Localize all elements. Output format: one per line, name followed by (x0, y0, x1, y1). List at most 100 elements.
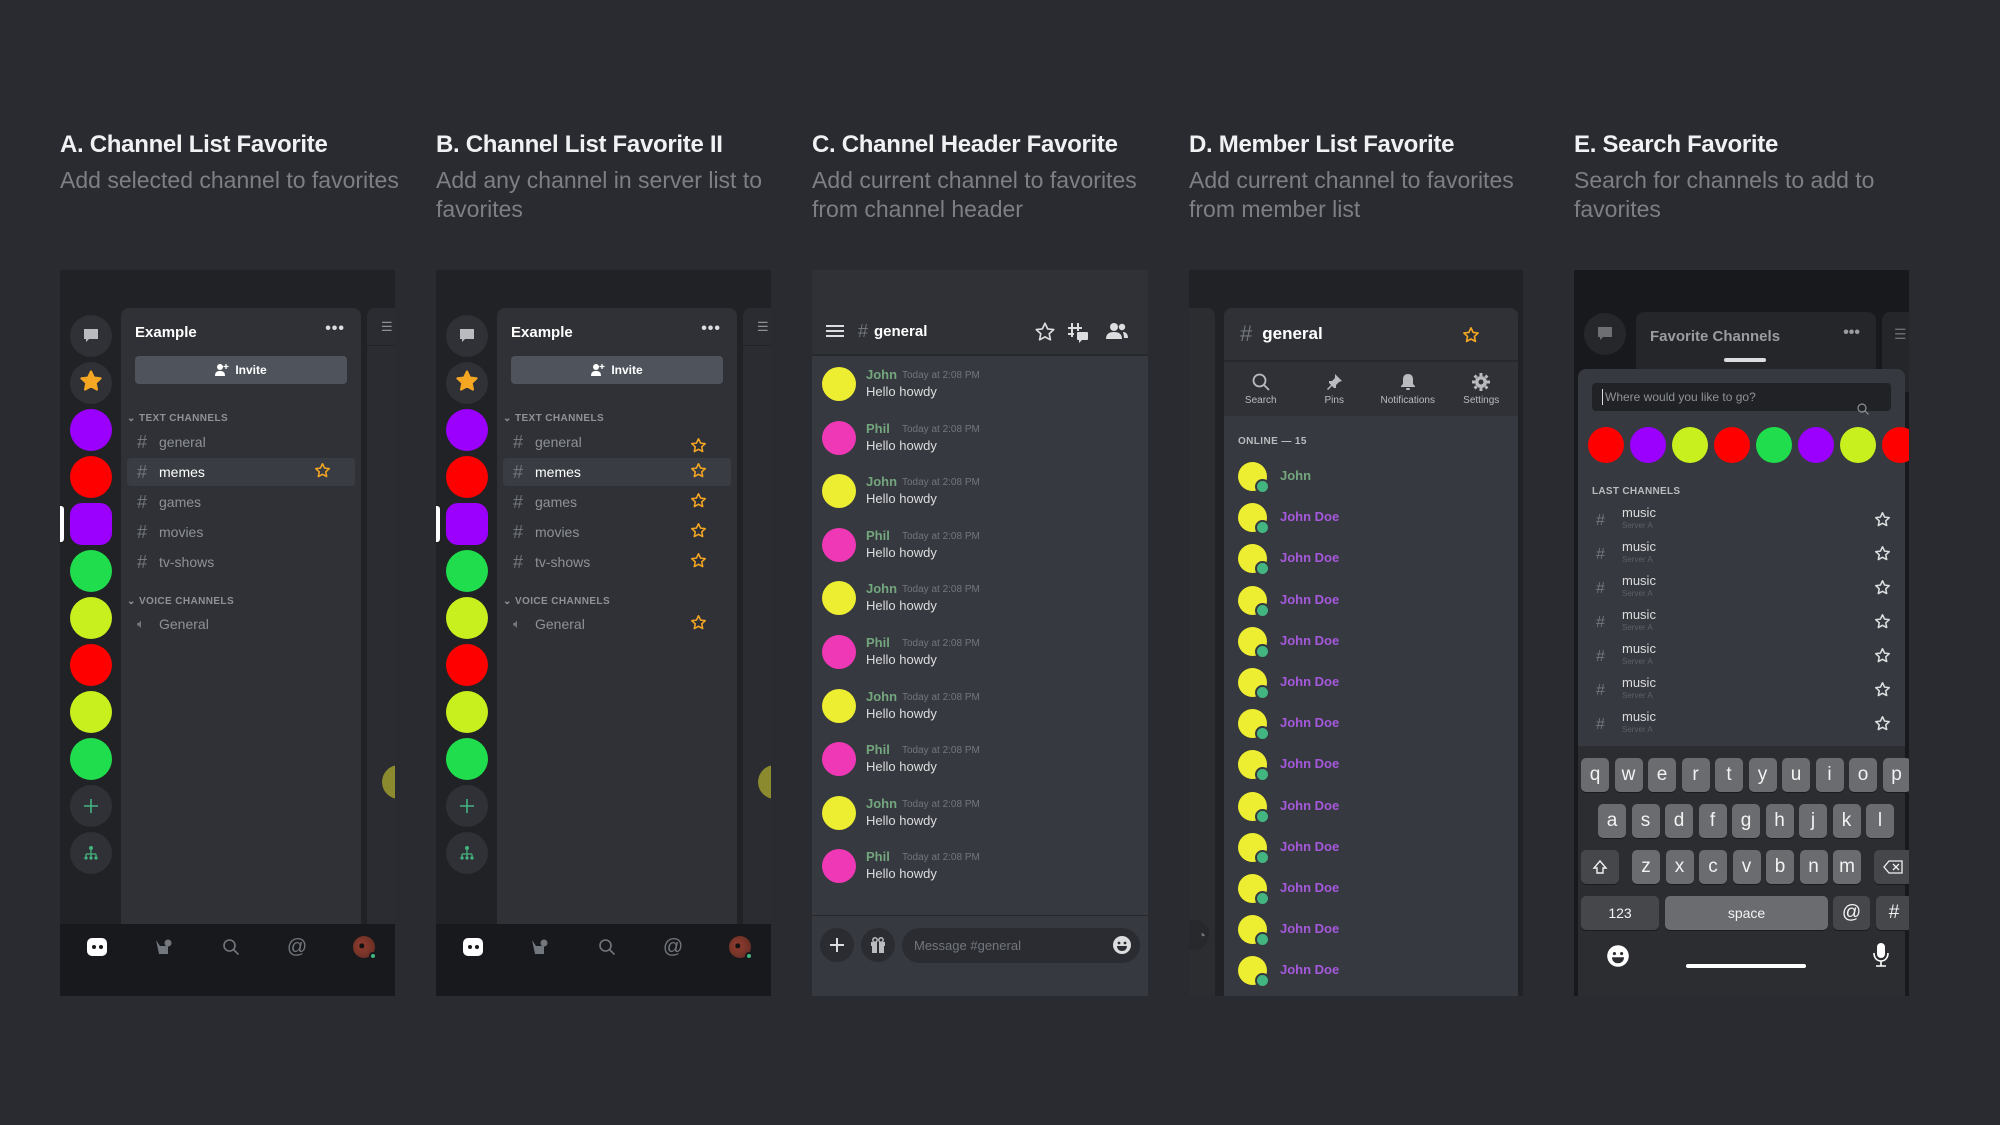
server-icon[interactable] (70, 691, 112, 733)
favorite-star-button[interactable] (1874, 579, 1891, 601)
channel-item-movies[interactable]: # movies (127, 518, 355, 546)
message-item[interactable]: Phil Today at 2:08 PM Hello howdy (822, 420, 1148, 471)
nav-home-button[interactable] (460, 934, 486, 960)
key-k[interactable]: k (1832, 804, 1861, 838)
nav-mentions-button[interactable]: @ (284, 934, 310, 960)
favorite-star-button[interactable] (690, 552, 707, 572)
voice-channels-category[interactable]: ⌄ VOICE CHANNELS (503, 596, 610, 607)
nav-friends-button[interactable] (528, 934, 554, 960)
members-icon[interactable] (1106, 322, 1128, 345)
key-f[interactable]: f (1698, 804, 1727, 838)
avatar[interactable] (822, 527, 856, 562)
key-e[interactable]: e (1648, 758, 1676, 792)
member-item[interactable]: John Doe (1224, 829, 1518, 870)
server-icon[interactable] (446, 409, 488, 451)
server-icon[interactable] (446, 550, 488, 592)
sheet-drag-handle[interactable] (1724, 358, 1766, 362)
key-b[interactable]: b (1766, 850, 1794, 884)
server-icon[interactable] (70, 456, 112, 498)
favorite-star-button[interactable] (1874, 681, 1891, 703)
server-icon[interactable] (1840, 427, 1876, 463)
emoji-keyboard-icon[interactable] (1606, 944, 1630, 973)
message-item[interactable]: John Today at 2:08 PM Hello howdy (822, 474, 1148, 524)
numbers-key[interactable]: 123 (1581, 896, 1659, 930)
server-icon[interactable] (70, 550, 112, 592)
server-icon[interactable] (1672, 427, 1708, 463)
message-author[interactable]: John (866, 367, 897, 382)
last-channel-item[interactable]: # music Server A (1592, 709, 1891, 743)
discover-servers-button[interactable] (446, 832, 488, 874)
favorite-star-button[interactable] (1034, 321, 1056, 348)
key-h[interactable]: h (1765, 804, 1794, 838)
key-s[interactable]: s (1631, 804, 1660, 838)
last-channel-item[interactable]: # music Server A (1592, 675, 1891, 709)
message-item[interactable]: Phil Today at 2:08 PM Hello howdy (822, 527, 1148, 578)
message-author[interactable]: Phil (866, 635, 890, 650)
member-item[interactable]: John Doe (1224, 911, 1518, 952)
key-y[interactable]: y (1748, 758, 1777, 792)
search-input[interactable]: Where would you like to go? (1592, 383, 1891, 415)
message-author[interactable]: John (866, 689, 897, 704)
key-z[interactable]: z (1632, 850, 1660, 884)
channel-item-movies[interactable]: # movies (503, 518, 731, 546)
nav-profile-button[interactable] (727, 934, 753, 960)
message-author[interactable]: John (866, 796, 897, 811)
server-icon[interactable] (1798, 427, 1834, 463)
key-a[interactable]: a (1598, 804, 1626, 838)
favorite-star-button[interactable] (1462, 326, 1480, 349)
key-g[interactable]: g (1732, 804, 1760, 838)
message-item[interactable]: John Today at 2:08 PM Hello howdy (822, 581, 1148, 631)
member-item[interactable]: John Doe (1224, 664, 1518, 705)
voice-channels-category[interactable]: ⌄ VOICE CHANNELS (127, 596, 234, 607)
server-menu-button[interactable]: ••• (325, 320, 345, 338)
message-item[interactable]: Phil Today at 2:08 PM Hello howdy (822, 742, 1148, 792)
server-icon[interactable] (1714, 427, 1750, 463)
last-channel-item[interactable]: # music Server A (1592, 641, 1891, 675)
message-item[interactable]: Phil Today at 2:08 PM Hello howdy (822, 849, 1148, 899)
gift-button[interactable] (861, 928, 895, 962)
text-channels-category[interactable]: ⌄ TEXT CHANNELS (503, 413, 604, 424)
favorite-star-button[interactable] (690, 522, 707, 542)
message-author[interactable]: Phil (866, 742, 890, 757)
avatar[interactable] (822, 420, 856, 455)
message-input[interactable]: Message #general (902, 928, 1140, 963)
channel-item-games[interactable]: # games (127, 488, 355, 516)
avatar[interactable] (822, 688, 856, 723)
favorites-server-button[interactable] (70, 362, 112, 404)
space-key[interactable]: space (1665, 896, 1828, 930)
favorite-star-button[interactable] (690, 492, 707, 512)
add-attachment-button[interactable] (820, 928, 854, 962)
favorite-star-button[interactable] (1874, 545, 1891, 567)
server-icon[interactable] (446, 738, 488, 780)
favorites-server-button[interactable] (446, 362, 488, 404)
hash-key[interactable]: # (1876, 896, 1909, 930)
channel-item-tv-shows[interactable]: # tv-shows (127, 548, 355, 576)
channel-item-general[interactable]: # general (503, 428, 731, 456)
server-menu-button[interactable]: ••• (701, 320, 721, 338)
invite-button[interactable]: Invite (135, 356, 347, 384)
member-item[interactable]: John Doe (1224, 540, 1518, 581)
key-u[interactable]: u (1782, 758, 1810, 792)
last-channel-item[interactable]: # music Server A (1592, 539, 1891, 573)
message-author[interactable]: Phil (866, 421, 890, 436)
key-o[interactable]: o (1849, 758, 1877, 792)
last-channel-item[interactable]: # music Server A (1592, 505, 1891, 539)
key-t[interactable]: t (1715, 758, 1743, 792)
channel-item-general[interactable]: # general (127, 428, 355, 456)
threads-icon[interactable] (1066, 321, 1090, 348)
last-channel-item[interactable]: # music Server A (1592, 607, 1891, 641)
server-icon[interactable] (1756, 427, 1792, 463)
nav-friends-button[interactable] (152, 934, 178, 960)
key-l[interactable]: l (1866, 804, 1894, 838)
member-item[interactable]: John Doe (1224, 870, 1518, 911)
member-item[interactable]: John Doe (1224, 499, 1518, 540)
key-w[interactable]: w (1614, 758, 1643, 792)
channel-item-games[interactable]: # games (503, 488, 731, 516)
message-author[interactable]: Phil (866, 528, 890, 543)
avatar[interactable] (822, 849, 856, 884)
nav-mentions-button[interactable]: @ (660, 934, 686, 960)
key-v[interactable]: v (1732, 850, 1761, 884)
avatar[interactable] (822, 474, 856, 509)
member-item[interactable]: John Doe (1224, 623, 1518, 664)
last-channel-item[interactable]: # music Server A (1592, 573, 1891, 607)
